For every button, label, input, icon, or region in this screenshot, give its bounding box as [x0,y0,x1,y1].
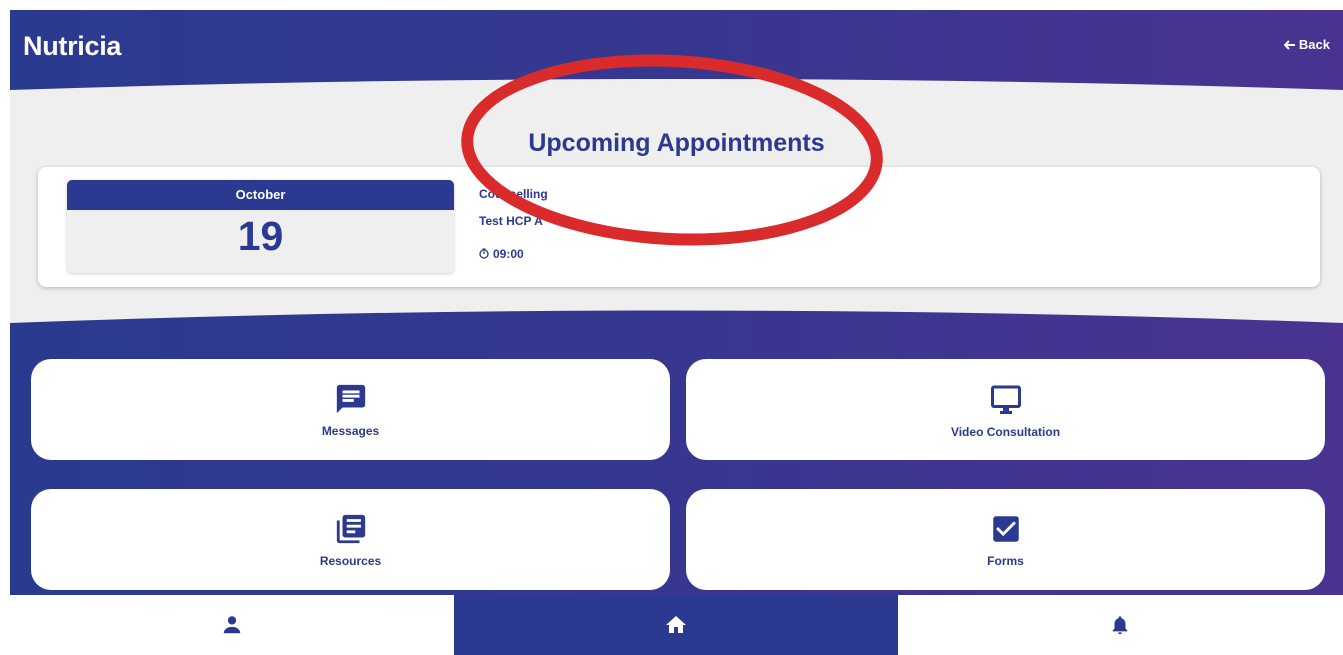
person-icon [223,616,241,634]
section-title-upcoming-appointments: Upcoming Appointments [528,129,825,157]
resources-label: Resources [319,553,382,568]
app-frame: Nutricia Back Upcoming Appointments Octo… [10,10,1343,655]
nav-home[interactable] [454,595,898,655]
appointment-month: October [67,180,454,210]
video-consultation-tile[interactable]: Video Consultation [686,359,1325,460]
forms-tile[interactable]: Forms [686,489,1325,590]
back-label: Back [1298,37,1330,52]
checkbox-icon [992,515,1019,542]
messages-tile[interactable]: Messages [31,359,670,460]
appointment-details: Counselling Test HCP A 09:00 [479,186,548,267]
appointment-type: Counselling [479,187,548,201]
appointment-day: 19 [237,213,284,259]
appointment-time-row: 09:00 [479,240,548,267]
messages-label: Messages [321,423,380,438]
appointment-time: 09:00 [493,246,524,261]
timer-icon [479,248,489,259]
nav-profile[interactable] [10,595,454,655]
home-icon [666,616,686,633]
appointment-provider: Test HCP A [479,214,543,228]
bell-icon [1112,616,1128,635]
monitor-icon [990,385,1021,414]
app-title: Nutricia [23,31,122,61]
appointment-card[interactable]: October 19 Counselling Test HCP A 09:00 [38,167,1320,287]
resources-tile[interactable]: Resources [31,489,670,590]
library-books-icon [336,514,365,543]
bottom-navigation [10,595,1343,655]
back-button[interactable]: Back [1283,37,1330,52]
appointment-date: October 19 [67,180,454,273]
message-icon [336,384,365,413]
nav-notifications[interactable] [898,595,1342,655]
forms-label: Forms [987,553,1024,568]
video-consultation-label: Video Consultation [950,424,1061,439]
arrow-left-icon [1283,39,1295,50]
